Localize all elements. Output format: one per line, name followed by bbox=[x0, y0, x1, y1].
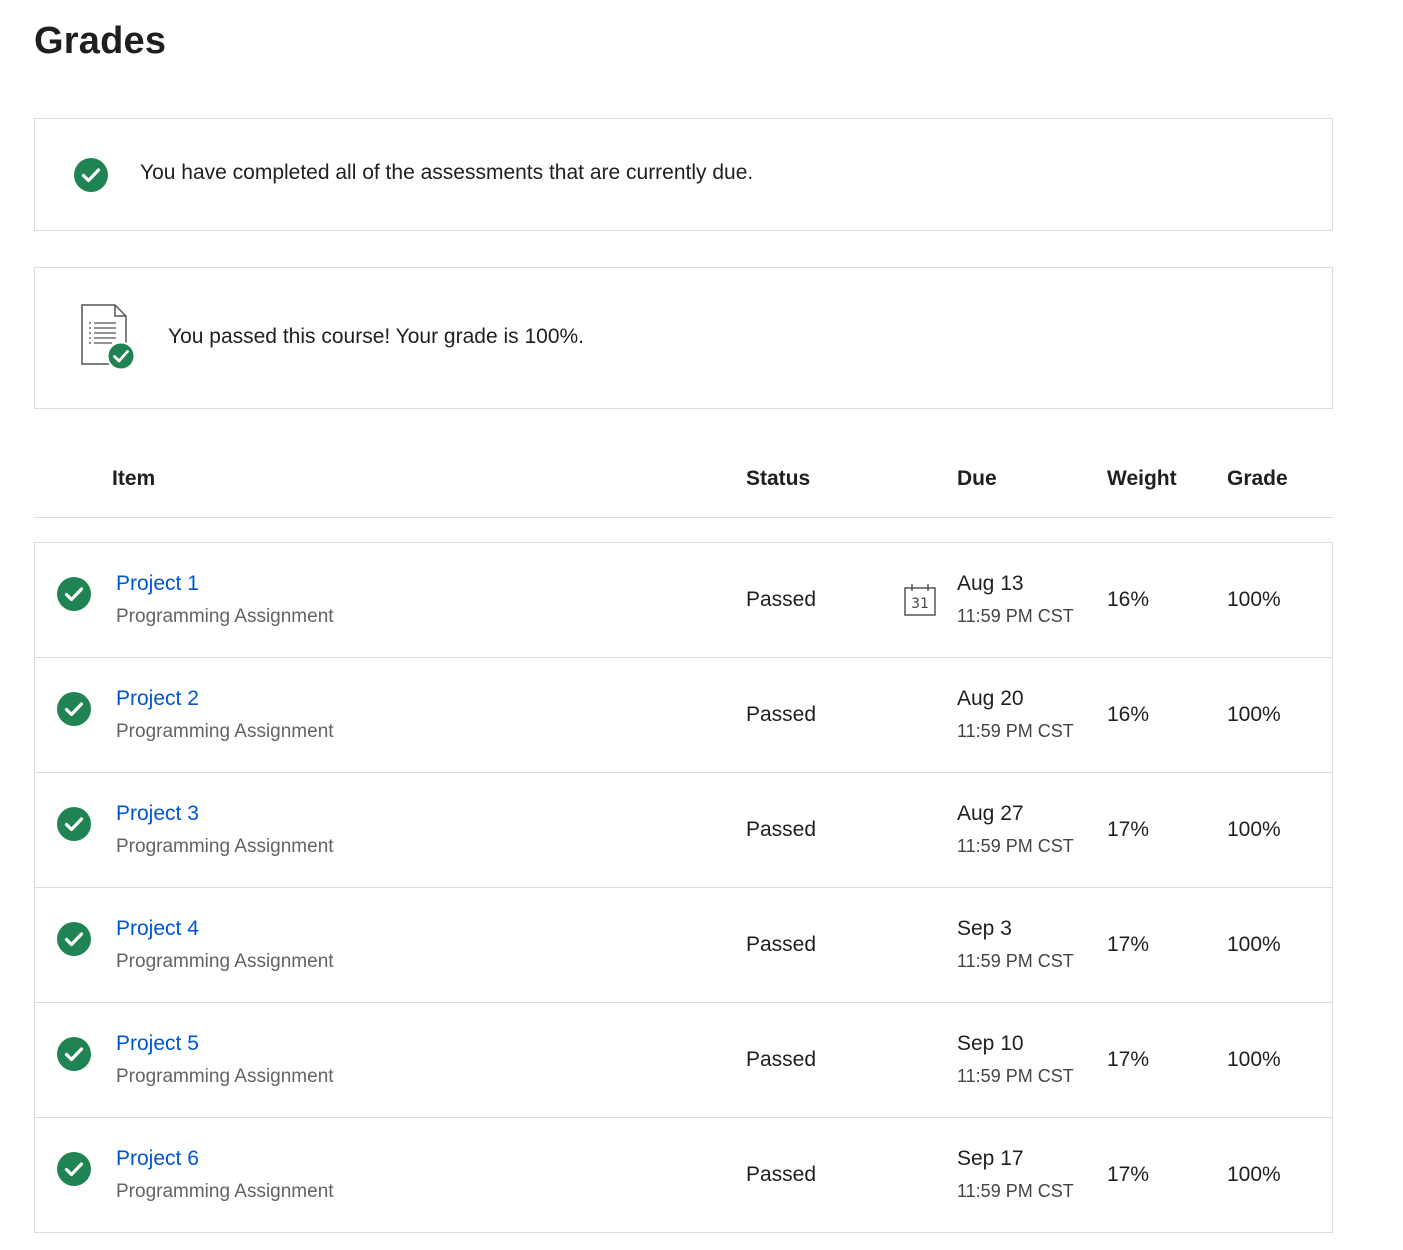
item-type: Programming Assignment bbox=[116, 1181, 334, 1202]
status-text: Passed bbox=[746, 818, 817, 841]
grade-value: 100% bbox=[1227, 703, 1281, 726]
due-date: Aug 13 bbox=[957, 572, 1024, 595]
item-title-link[interactable]: Project 5 bbox=[116, 1032, 199, 1056]
due-date: Sep 17 bbox=[957, 1147, 1024, 1170]
weight-value: 16% bbox=[1107, 703, 1150, 726]
item-type: Programming Assignment bbox=[116, 951, 334, 972]
calendar-icon[interactable]: 31 bbox=[903, 583, 937, 617]
grades-table: Project 1 Programming Assignment Passed … bbox=[34, 542, 1333, 1233]
assessments-due-banner: You have completed all of the assessment… bbox=[34, 118, 1333, 231]
course-passed-message: You passed this course! Your grade is 10… bbox=[168, 325, 585, 348]
page-title: Grades bbox=[34, 20, 167, 62]
course-passed-banner: You passed this course! Your grade is 10… bbox=[34, 267, 1333, 409]
weight-value: 17% bbox=[1107, 1163, 1150, 1186]
column-header-item: Item bbox=[112, 467, 156, 490]
table-row: Project 3 Programming Assignment Passed … bbox=[35, 772, 1332, 887]
table-row: Project 6 Programming Assignment Passed … bbox=[35, 1117, 1332, 1232]
weight-value: 16% bbox=[1107, 588, 1150, 611]
due-time: 11:59 PM CST bbox=[957, 836, 1074, 856]
weight-value: 17% bbox=[1107, 818, 1150, 841]
status-text: Passed bbox=[746, 588, 817, 611]
item-title-link[interactable]: Project 1 bbox=[116, 572, 199, 596]
assessments-due-message: You have completed all of the assessment… bbox=[140, 161, 754, 184]
check-circle-icon bbox=[57, 577, 91, 611]
grade-value: 100% bbox=[1227, 1163, 1281, 1186]
check-circle-icon bbox=[74, 158, 108, 192]
grade-value: 100% bbox=[1227, 818, 1281, 841]
due-time: 11:59 PM CST bbox=[957, 1066, 1074, 1086]
grade-value: 100% bbox=[1227, 1048, 1281, 1071]
item-type: Programming Assignment bbox=[116, 836, 334, 857]
check-circle-icon bbox=[57, 1152, 91, 1186]
item-type: Programming Assignment bbox=[116, 1066, 334, 1087]
status-text: Passed bbox=[746, 1163, 817, 1186]
due-date: Aug 27 bbox=[957, 802, 1024, 825]
column-header-due: Due bbox=[957, 467, 997, 490]
table-row: Project 2 Programming Assignment Passed … bbox=[35, 657, 1332, 772]
grade-value: 100% bbox=[1227, 588, 1281, 611]
status-text: Passed bbox=[746, 933, 817, 956]
grade-value: 100% bbox=[1227, 933, 1281, 956]
due-time: 11:59 PM CST bbox=[957, 721, 1074, 741]
check-circle-icon bbox=[57, 807, 91, 841]
calendar-icon-day: 31 bbox=[911, 596, 929, 612]
table-row: Project 5 Programming Assignment Passed … bbox=[35, 1002, 1332, 1117]
table-row: Project 1 Programming Assignment Passed … bbox=[35, 543, 1332, 657]
due-time: 11:59 PM CST bbox=[957, 951, 1074, 971]
due-time: 11:59 PM CST bbox=[957, 1181, 1074, 1201]
item-type: Programming Assignment bbox=[116, 606, 334, 627]
column-header-status: Status bbox=[746, 467, 811, 490]
column-header-weight: Weight bbox=[1107, 467, 1177, 490]
grades-table-header: Item Status Due Weight Grade bbox=[34, 452, 1333, 518]
item-title-link[interactable]: Project 2 bbox=[116, 687, 199, 711]
status-text: Passed bbox=[746, 703, 817, 726]
column-header-grade: Grade bbox=[1227, 467, 1288, 490]
item-title-link[interactable]: Project 6 bbox=[116, 1147, 199, 1171]
weight-value: 17% bbox=[1107, 1048, 1150, 1071]
due-date: Sep 10 bbox=[957, 1032, 1024, 1055]
status-text: Passed bbox=[746, 1048, 817, 1071]
due-time: 11:59 PM CST bbox=[957, 606, 1074, 626]
item-title-link[interactable]: Project 4 bbox=[116, 917, 199, 941]
item-type: Programming Assignment bbox=[116, 721, 334, 742]
due-date: Aug 20 bbox=[957, 687, 1024, 710]
weight-value: 17% bbox=[1107, 933, 1150, 956]
due-date: Sep 3 bbox=[957, 917, 1012, 940]
check-circle-icon bbox=[57, 1037, 91, 1071]
document-check-icon bbox=[79, 302, 139, 372]
check-circle-icon bbox=[57, 922, 91, 956]
check-circle-icon bbox=[57, 692, 91, 726]
item-title-link[interactable]: Project 3 bbox=[116, 802, 199, 826]
table-row: Project 4 Programming Assignment Passed … bbox=[35, 887, 1332, 1002]
